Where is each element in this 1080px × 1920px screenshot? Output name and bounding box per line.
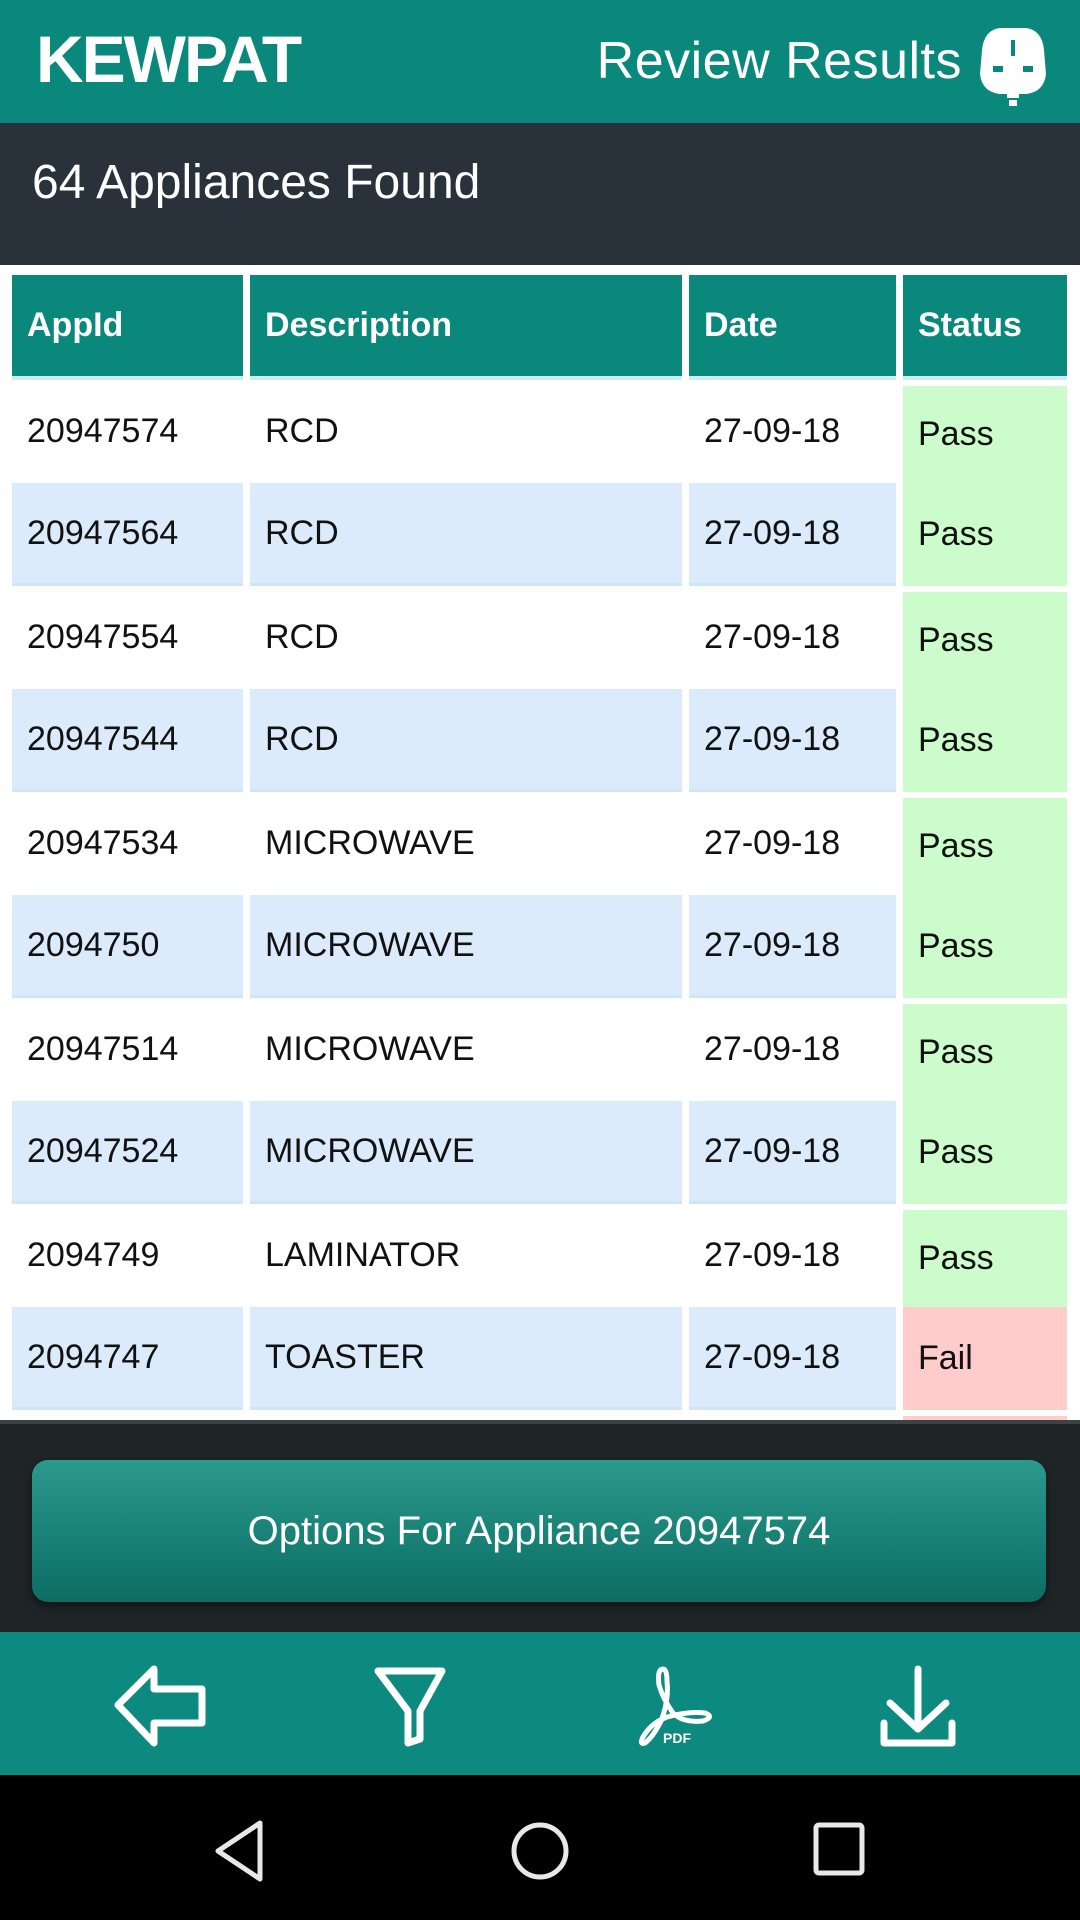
cell-date: 27-09-18: [689, 1101, 896, 1204]
cell-description: RCD: [250, 689, 682, 792]
cell-appid: 2094749: [27, 1236, 160, 1274]
table-row[interactable]: 2094749 LAMINATOR 27-09-18 Pass: [0, 1204, 1080, 1307]
table-row[interactable]: 20947524 MICROWAVE 27-09-18 Pass: [0, 1101, 1080, 1204]
cell-date: 27-09-18: [689, 1307, 896, 1410]
cell-status: Fail: [903, 1307, 1067, 1410]
column-header-date[interactable]: Date: [689, 275, 896, 380]
cell-appid: 20947554: [27, 618, 179, 656]
cell-description: MICROWAVE: [250, 1101, 682, 1204]
table-row[interactable]: 20947544 RCD 27-09-18 Pass: [0, 689, 1080, 792]
cell-date: 27-09-18: [704, 1030, 841, 1068]
cell-description: RCD: [250, 483, 682, 586]
cell-description: RCD: [265, 412, 339, 450]
cell-status: Pass: [903, 483, 1067, 586]
cell-description: MICROWAVE: [265, 1030, 475, 1068]
download-icon: [880, 1665, 956, 1747]
system-recents-button[interactable]: [800, 1815, 880, 1887]
cell-description: RCD: [265, 618, 339, 656]
app-root: KEWPAT Review Results 64 Appliances Foun…: [0, 0, 1080, 1920]
arrow-left-icon: [114, 1665, 206, 1747]
cell-appid: 20947534: [27, 824, 179, 862]
results-table[interactable]: AppId Description Date Status 20947574 R…: [0, 265, 1080, 1420]
nav-recents-icon: [813, 1822, 865, 1876]
appliances-found-count: 64 Appliances Found: [32, 156, 481, 209]
cell-date: 27-09-18: [689, 483, 896, 586]
cell-appid: 20947514: [27, 1030, 179, 1068]
plug-icon: [980, 28, 1046, 106]
cell-appid: 20947574: [27, 412, 179, 450]
cell-status: Pass: [903, 798, 1067, 895]
cell-date: 27-09-18: [704, 618, 841, 656]
cell-date: 27-09-18: [689, 689, 896, 792]
cell-description: MICROWAVE: [250, 895, 682, 998]
cell-date: 27-09-18: [704, 412, 841, 450]
cell-status: Pass: [903, 1101, 1067, 1204]
back-button[interactable]: [112, 1662, 212, 1752]
cell-description: TOASTER: [250, 1307, 682, 1410]
cell-description: MICROWAVE: [265, 824, 475, 862]
cell-date: 27-09-18: [689, 895, 896, 998]
kewpat-logo: KEWPAT: [36, 30, 304, 90]
table-row-partial[interactable]: [0, 1410, 1080, 1420]
table-header-row: AppId Description Date Status: [0, 275, 1080, 380]
filter-icon: [374, 1667, 446, 1747]
results-summary-bar: 64 Appliances Found: [0, 123, 1080, 265]
bottom-toolbar: PDF: [0, 1632, 1080, 1775]
pdf-icon-text: PDF: [663, 1730, 691, 1746]
table-row[interactable]: 20947574 RCD 27-09-18 Pass: [0, 380, 1080, 483]
system-home-button[interactable]: [500, 1815, 580, 1887]
cell-status: Pass: [903, 895, 1067, 998]
cell-status: Pass: [903, 1004, 1067, 1101]
cell-date: 27-09-18: [704, 1236, 841, 1274]
cell-date: 27-09-18: [704, 824, 841, 862]
filter-button[interactable]: [360, 1662, 460, 1752]
table-row[interactable]: 2094750 MICROWAVE 27-09-18 Pass: [0, 895, 1080, 998]
column-header-appid[interactable]: AppId: [12, 275, 243, 380]
options-for-appliance-button[interactable]: Options For Appliance 20947574: [32, 1460, 1046, 1602]
cell-status: Pass: [903, 1210, 1067, 1307]
logo-text: KEWPAT: [36, 30, 302, 90]
column-header-description[interactable]: Description: [250, 275, 682, 380]
options-panel: Options For Appliance 20947574: [0, 1420, 1080, 1632]
cell-appid: 2094747: [12, 1307, 243, 1410]
cell-status: Pass: [903, 386, 1067, 483]
table-row[interactable]: 20947514 MICROWAVE 27-09-18 Pass: [0, 998, 1080, 1101]
cell-appid: 20947564: [12, 483, 243, 586]
column-header-status[interactable]: Status: [903, 275, 1067, 380]
download-button[interactable]: [868, 1662, 968, 1752]
nav-home-icon: [511, 1822, 569, 1880]
app-header: KEWPAT Review Results: [0, 0, 1080, 123]
table-row[interactable]: 20947554 RCD 27-09-18 Pass: [0, 586, 1080, 689]
pdf-icon: PDF: [638, 1666, 712, 1746]
cell-appid: 2094750: [12, 895, 243, 998]
cell-status: Pass: [903, 689, 1067, 792]
table-row[interactable]: 20947534 MICROWAVE 27-09-18 Pass: [0, 792, 1080, 895]
cell-description: LAMINATOR: [265, 1236, 461, 1274]
table-row[interactable]: 2094747 TOASTER 27-09-18 Fail: [0, 1307, 1080, 1410]
table-row[interactable]: 20947564 RCD 27-09-18 Pass: [0, 483, 1080, 586]
nav-back-icon: [215, 1820, 263, 1882]
system-back-button[interactable]: [200, 1815, 280, 1887]
cell-status: Pass: [903, 592, 1067, 689]
cell-appid: 20947524: [12, 1101, 243, 1204]
page-title: Review Results: [596, 32, 962, 90]
system-navigation-bar: [0, 1775, 1080, 1920]
pdf-button[interactable]: PDF: [625, 1662, 725, 1752]
cell-appid: 20947544: [12, 689, 243, 792]
